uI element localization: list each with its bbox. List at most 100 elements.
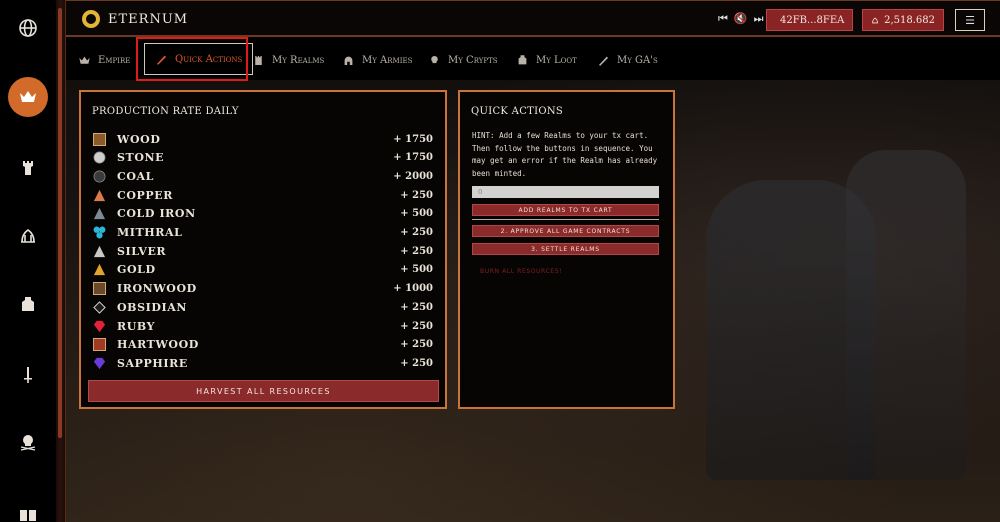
settings-button[interactable]: ☰ [955, 9, 985, 31]
ruby-icon [93, 320, 106, 332]
sidebar-item-loot[interactable] [8, 285, 48, 325]
burn-resources-link[interactable]: BURN ALL RESOURCES! [480, 268, 562, 275]
tab-label: My Loot [536, 54, 577, 66]
tower-icon [23, 161, 33, 175]
sidebar-scrollbar[interactable] [56, 0, 66, 522]
resource-rate: + 1750 [393, 133, 433, 145]
production-title: PRODUCTION RATE DAILY [92, 106, 239, 117]
sword-icon [598, 56, 609, 66]
castle-icon [255, 55, 262, 65]
lords-balance: 2,518.682 [884, 14, 935, 26]
resource-name: COLD IRON [117, 207, 196, 221]
resource-row: OBSIDIAN + 250 [93, 298, 433, 316]
tab-label: My GA's [617, 54, 658, 66]
resource-rate: + 250 [400, 301, 433, 313]
active-tab-highlight [136, 37, 248, 81]
lords-balance-button[interactable]: 2,518.682 [862, 9, 944, 31]
resource-name: WOOD [117, 132, 161, 146]
silver-icon [93, 245, 106, 257]
sidebar-item-globe[interactable] [8, 8, 48, 48]
add-realms-button[interactable]: ADD REALMS TO TX CART [472, 204, 659, 216]
hartwood-icon [93, 338, 106, 352]
tab-empire[interactable]: Empire [78, 50, 130, 70]
resource-name: OBSIDIAN [117, 300, 188, 314]
cold-iron-icon [93, 208, 106, 220]
next-track-icon[interactable]: ⏭ [754, 12, 764, 26]
resource-row: WOOD + 1750 [93, 130, 433, 148]
media-controls: ⏮ 🔇 ⏭ [718, 12, 764, 26]
crown-icon [20, 91, 36, 102]
resource-row: COPPER + 250 [93, 186, 433, 204]
sidebar-item-realms[interactable] [8, 148, 48, 188]
mithral-icon [93, 226, 106, 239]
app-title: ETERNUM [108, 12, 189, 27]
realm-id-input[interactable] [472, 186, 659, 198]
sidebar-item-lords[interactable] [8, 216, 48, 256]
stone-icon [93, 151, 106, 164]
tab-label: My Realms [272, 54, 325, 66]
lords-icon [21, 229, 35, 243]
tab-my-armies[interactable]: My Armies [342, 50, 412, 70]
wallet-address: 42FB...8FEA [780, 14, 845, 26]
resource-name: HARTWOOD [117, 338, 199, 352]
sapphire-icon [93, 357, 106, 369]
resource-rate: + 2000 [393, 170, 433, 182]
skull-icon [20, 435, 36, 451]
tab-my-loot[interactable]: My Loot [516, 50, 577, 70]
quick-actions-title: QUICK ACTIONS [471, 106, 564, 117]
resource-rate: + 250 [400, 189, 433, 201]
resource-row: MITHRAL + 250 [93, 224, 433, 242]
sidebar-item-lore[interactable] [8, 496, 48, 522]
background-figure [846, 150, 966, 480]
tab-my-realms[interactable]: My Realms [252, 50, 324, 70]
settings-icon: ☰ [965, 13, 975, 27]
ironwood-icon [93, 282, 106, 296]
resource-name: GOLD [117, 263, 156, 277]
tab-label: My Armies [362, 54, 413, 66]
divider [472, 219, 659, 220]
coal-icon [93, 170, 106, 183]
hint-text: HINT: Add a few Realms to your tx cart. … [472, 131, 658, 178]
resource-rate: + 250 [400, 339, 433, 351]
eternum-logo [82, 10, 100, 28]
skull-icon [431, 55, 438, 63]
resource-rate: + 500 [400, 264, 433, 276]
resource-row: RUBY + 250 [93, 317, 433, 335]
previous-track-icon[interactable]: ⏮ [718, 12, 728, 26]
tab-label: Empire [98, 54, 131, 66]
crown-icon [79, 56, 90, 64]
sidebar-item-crypts[interactable] [8, 422, 48, 462]
resource-row: HARTWOOD + 250 [93, 336, 433, 354]
resource-row: SILVER + 250 [93, 242, 433, 260]
globe-icon [19, 19, 37, 37]
book-icon [20, 510, 36, 521]
gold-icon [93, 264, 106, 276]
resource-rate: + 1000 [393, 283, 433, 295]
mute-icon[interactable]: 🔇 [734, 12, 748, 26]
harvest-all-button[interactable]: HARVEST ALL RESOURCES [88, 380, 439, 402]
resource-row: STONE + 1750 [93, 149, 433, 167]
resource-row: GOLD + 500 [93, 261, 433, 279]
armor-icon [22, 297, 34, 311]
resource-row: COAL + 2000 [93, 167, 433, 185]
sidebar-item-armies[interactable] [8, 355, 48, 395]
sidebar [0, 0, 56, 522]
tab-my-gas[interactable]: My GA's [597, 50, 658, 70]
approve-contracts-button[interactable]: 2. APPROVE ALL GAME CONTRACTS [472, 225, 659, 237]
wood-icon [93, 132, 106, 146]
resource-row: IRONWOOD + 1000 [93, 280, 433, 298]
resource-name: SILVER [117, 244, 167, 258]
tab-my-crypts[interactable]: My Crypts [428, 50, 498, 70]
resource-row: COLD IRON + 500 [93, 205, 433, 223]
settle-realms-button[interactable]: 3. SETTLE REALMS [472, 243, 659, 255]
resource-name: SAPPHIRE [117, 356, 188, 370]
helmet-icon [344, 56, 353, 65]
resource-name: COAL [117, 169, 155, 183]
resource-rate: + 250 [400, 227, 433, 238]
resource-name: MITHRAL [117, 226, 183, 239]
sidebar-item-empire[interactable] [8, 77, 48, 117]
resource-rate: + 1750 [393, 152, 433, 164]
obsidian-icon [93, 301, 106, 314]
resource-rate: + 250 [400, 245, 433, 257]
wallet-button[interactable]: 42FB...8FEA [766, 9, 853, 31]
